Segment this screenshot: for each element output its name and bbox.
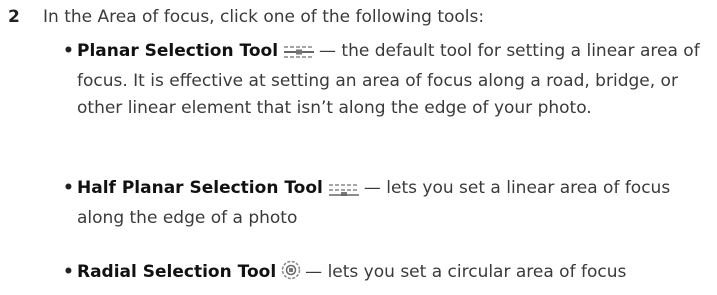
half-planar-selection-icon [327,178,361,205]
list-item-half-planar-selection: • Half Planar Selection Tool — lets you … [63,175,713,232]
bullet-icon: • [63,262,74,282]
list-item-body: Planar Selection Tool — the default tool… [77,38,713,122]
tool-name-planar: Planar Selection Tool [77,41,279,61]
radial-selection-icon [280,260,302,289]
bullet-icon: • [63,41,74,61]
step-number: 2 [8,7,20,27]
planar-selection-icon [282,41,316,68]
list-item-body: Radial Selection Tool — lets you set a c… [77,259,713,289]
list-item-radial-selection: • Radial Selection Tool — lets you set a… [63,259,713,289]
list-item-planar-selection: • Planar Selection Tool — the default to… [63,38,713,122]
tool-description-radial: — lets you set a circular area of focus [305,262,627,282]
tool-name-radial: Radial Selection Tool [77,262,277,282]
step-instruction: In the Area of focus, click one of the f… [43,7,485,27]
tool-name-half-planar: Half Planar Selection Tool [77,178,323,198]
bullet-icon: • [63,178,74,198]
list-item-body: Half Planar Selection Tool — lets you se… [77,175,713,232]
